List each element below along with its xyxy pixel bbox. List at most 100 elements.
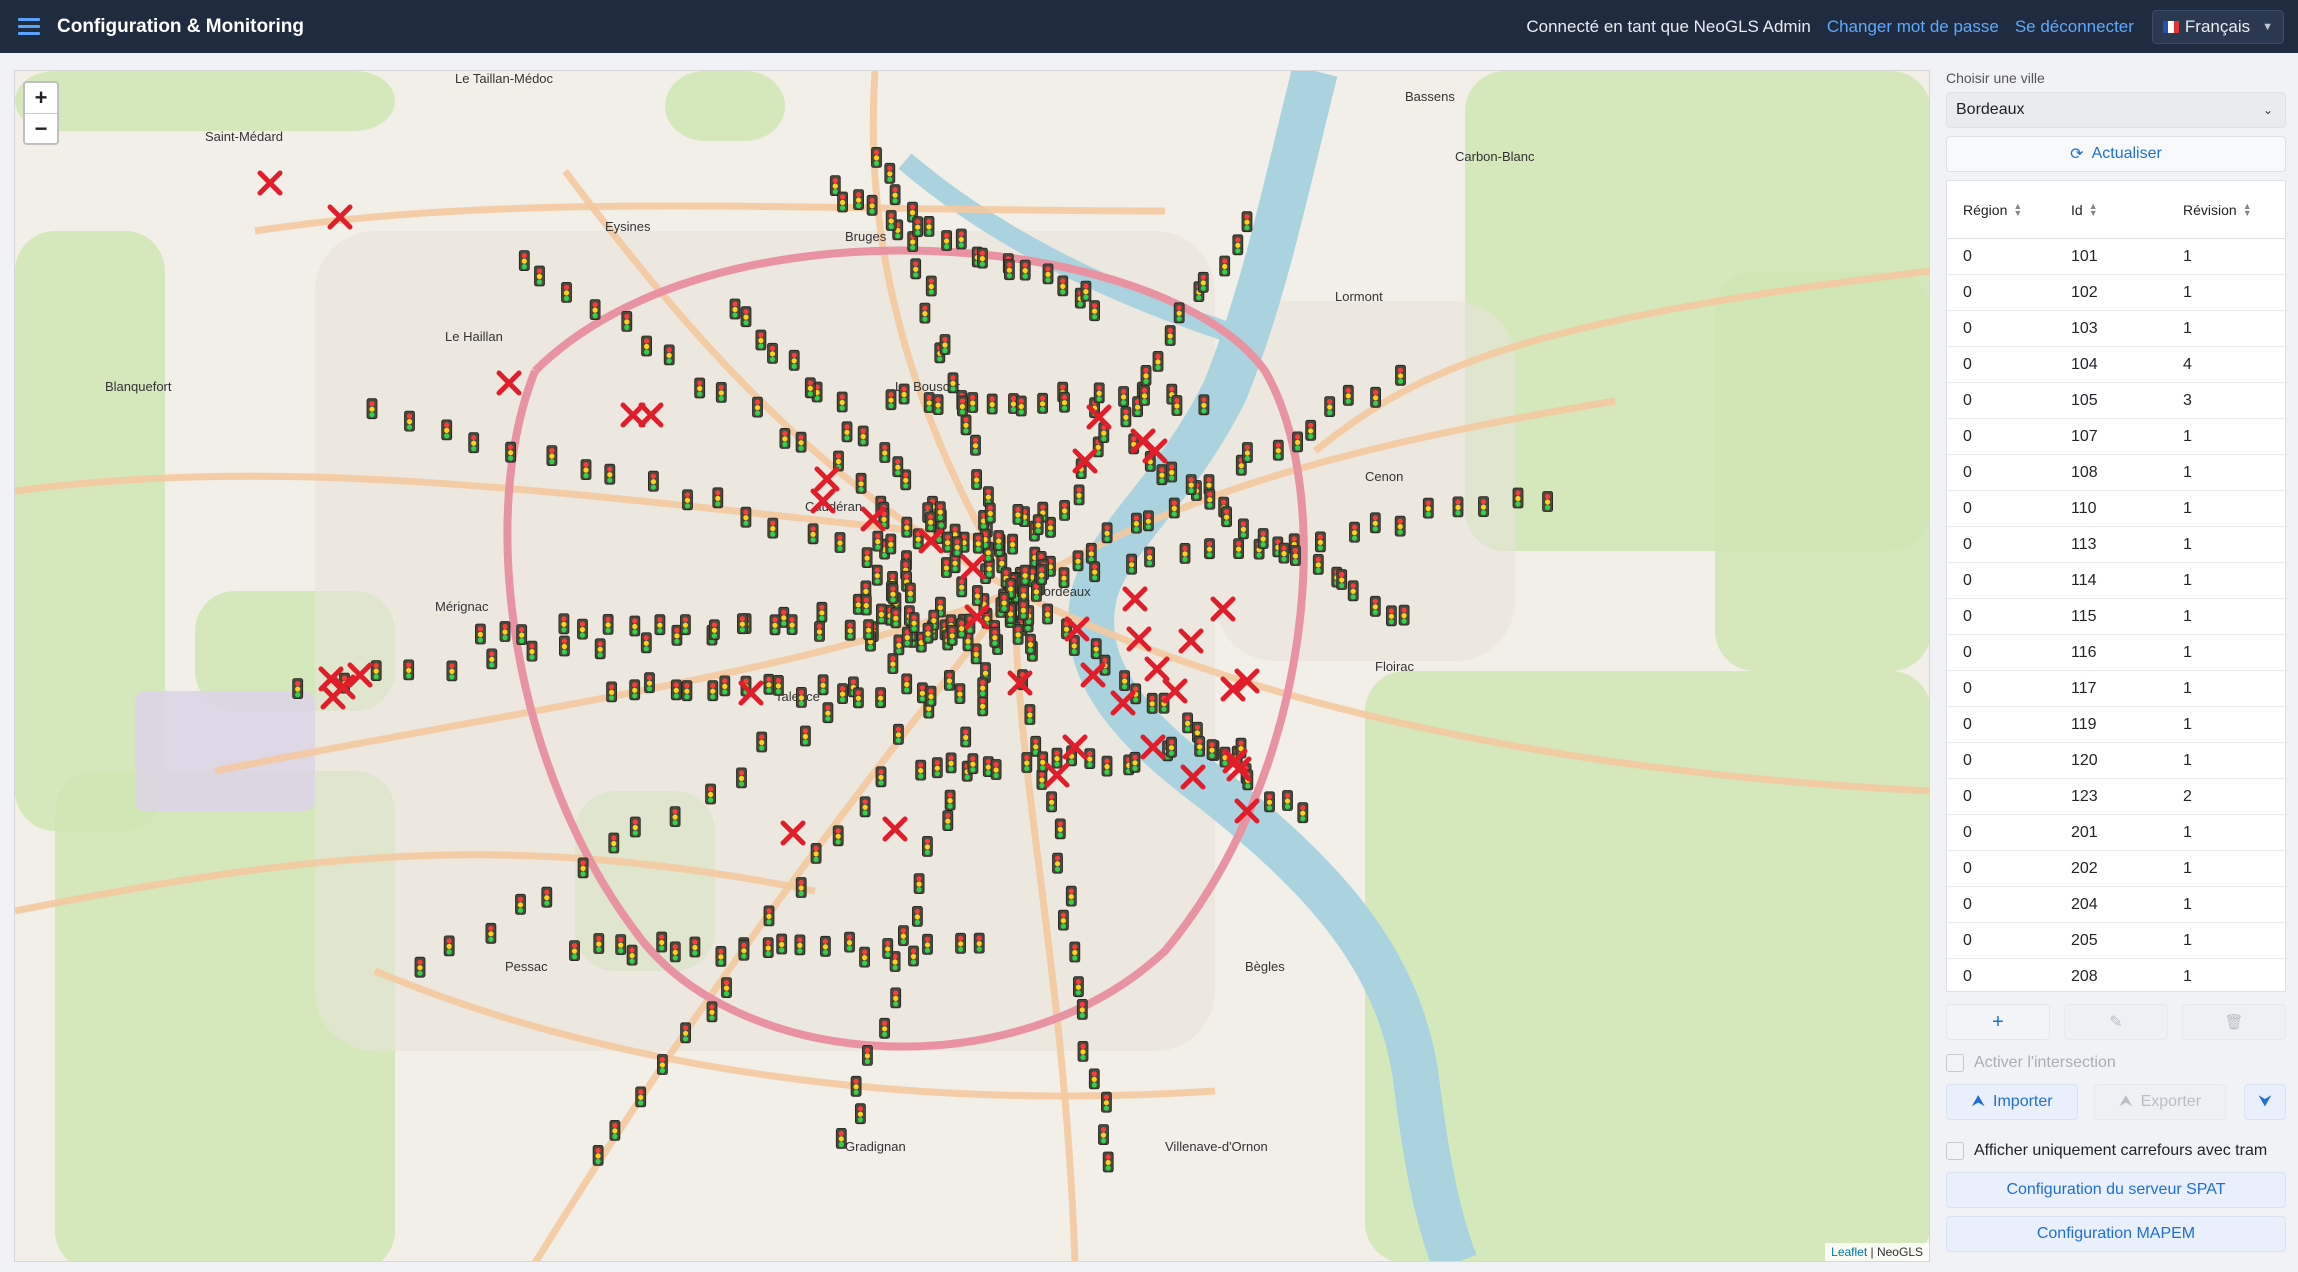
table-row[interactable]: 0 102 1	[1947, 275, 2285, 311]
menu-icon[interactable]	[18, 18, 40, 35]
column-id[interactable]: Id ▲ ▼	[2059, 201, 2171, 218]
zoom-in-button[interactable]: +	[25, 83, 57, 113]
traffic-light-icon	[1017, 599, 1029, 621]
traffic-light-icon	[1037, 392, 1049, 414]
download-button[interactable]: ⮟	[2244, 1084, 2286, 1120]
column-revision[interactable]: Révision ▲ ▼	[2171, 201, 2285, 218]
cell-region: 0	[1963, 535, 1972, 553]
import-button[interactable]: ⮝ Importer	[1946, 1084, 2078, 1120]
traffic-light-icon	[1085, 542, 1097, 564]
traffic-light-icon	[1395, 364, 1406, 386]
traffic-light-icon	[1046, 791, 1058, 813]
map-place-label: Carbon-Blanc	[1455, 149, 1535, 164]
map-place-label: Mérignac	[435, 599, 489, 614]
table-row[interactable]: 0 103 1	[1947, 311, 2285, 347]
traffic-light-icon	[816, 601, 828, 623]
traffic-light-icon	[1052, 852, 1063, 874]
cell-revision: 1	[2183, 283, 2192, 301]
table-row[interactable]: 0 201 1	[1947, 815, 2285, 851]
table-row[interactable]: 0 123 2	[1947, 779, 2285, 815]
change-password-link[interactable]: Changer mot de passe	[1827, 17, 1999, 37]
spat-config-button[interactable]: Configuration du serveur SPAT	[1946, 1172, 2286, 1208]
traffic-light-icon	[866, 194, 878, 216]
zoom-out-button[interactable]: −	[25, 113, 57, 143]
traffic-light-icon	[615, 934, 627, 956]
table-row[interactable]: 0 116 1	[1947, 635, 2285, 671]
activate-intersection-checkbox[interactable]	[1946, 1054, 1964, 1072]
add-button[interactable]: +	[1946, 1004, 2050, 1040]
mapem-config-button[interactable]: Configuration MAPEM	[1946, 1216, 2286, 1252]
leaflet-link[interactable]: Leaflet	[1831, 1245, 1867, 1259]
table-row[interactable]: 0 104 4	[1947, 347, 2285, 383]
traffic-light-icon	[1166, 736, 1177, 758]
traffic-light-icon	[1297, 802, 1309, 824]
map-canvas[interactable]: Le Taillan-Médoc Saint-Médard Le Haillan Ey…	[15, 71, 1930, 1262]
traffic-light-icon	[580, 459, 592, 481]
delete-button[interactable]: 🗑	[2182, 1004, 2286, 1040]
edit-button[interactable]: ✎	[2064, 1004, 2168, 1040]
intersection-map[interactable]: Le Taillan-Médoc Saint-Médard Le Haillan Ey…	[14, 70, 1930, 1262]
traffic-light-icon	[682, 489, 693, 511]
column-region[interactable]: Région ▲ ▼	[1947, 201, 2059, 218]
map-place-label: Bassens	[1405, 89, 1455, 104]
plus-icon: +	[1992, 1010, 2004, 1033]
table-row[interactable]: 0 120 1	[1947, 743, 2285, 779]
traffic-light-icon	[1054, 818, 1066, 840]
table-row[interactable]: 0 108 1	[1947, 455, 2285, 491]
map-place-label: Le Haillan	[445, 329, 503, 344]
map-place-label: Pessac	[505, 959, 548, 974]
table-row[interactable]: 0 105 3	[1947, 383, 2285, 419]
table-row[interactable]: 0 204 1	[1947, 887, 2285, 923]
table-row[interactable]: 0 119 1	[1947, 707, 2285, 743]
table-row[interactable]: 0 101 1	[1947, 239, 2285, 275]
cell-revision: 1	[2183, 967, 2192, 985]
traffic-light-icon	[967, 753, 979, 775]
traffic-light-icon	[1073, 484, 1085, 506]
language-dropdown[interactable]: Français ▼	[2151, 9, 2284, 44]
cell-revision: 1	[2183, 715, 2192, 733]
table-row[interactable]: 0 110 1	[1947, 491, 2285, 527]
traffic-light-icon	[1342, 384, 1354, 406]
traffic-light-icon	[807, 523, 819, 545]
cell-id: 119	[2071, 715, 2097, 733]
traffic-light-icon	[1012, 503, 1024, 525]
traffic-light-icon	[841, 421, 853, 443]
table-row[interactable]: 0 205 1	[1947, 923, 2285, 959]
cell-revision: 1	[2183, 535, 2192, 553]
cell-revision: 1	[2183, 643, 2192, 661]
traffic-light-icon	[1077, 1040, 1089, 1062]
table-row[interactable]: 0 115 1	[1947, 599, 2285, 635]
cell-region: 0	[1963, 823, 1972, 841]
traffic-light-icon	[925, 275, 937, 297]
traffic-light-icon	[885, 210, 897, 231]
traffic-light-icon	[956, 395, 968, 417]
traffic-light-icon	[814, 620, 825, 642]
table-row[interactable]: 0 113 1	[1947, 527, 2285, 563]
map-place-label: Lormont	[1335, 289, 1383, 304]
traffic-light-icon	[1182, 712, 1194, 734]
export-button[interactable]: ⮝ Exporter	[2094, 1084, 2226, 1120]
traffic-light-icon	[822, 702, 834, 724]
cell-id: 204	[2071, 895, 2098, 913]
table-row[interactable]: 0 114 1	[1947, 563, 2285, 599]
green-area	[1715, 271, 1929, 671]
traffic-light-icon	[474, 623, 486, 645]
city-select[interactable]: Bordeaux ⌄	[1946, 92, 2286, 128]
refresh-button[interactable]: ⟳ Actualiser	[1946, 136, 2286, 172]
table-row[interactable]: 0 208 1	[1947, 959, 2285, 991]
cell-id: 115	[2071, 607, 2097, 625]
tram-filter-checkbox[interactable]	[1946, 1142, 1964, 1160]
logout-link[interactable]: Se déconnecter	[2015, 17, 2134, 37]
table-row[interactable]: 0 107 1	[1947, 419, 2285, 455]
cell-revision: 1	[2183, 499, 2192, 517]
error-cross-icon	[260, 173, 280, 193]
table-row[interactable]: 0 202 1	[1947, 851, 2285, 887]
traffic-light-icon	[1019, 259, 1031, 281]
table-row[interactable]: 0 117 1	[1947, 671, 2285, 707]
traffic-light-icon	[1146, 692, 1158, 714]
traffic-light-icon	[1264, 791, 1275, 813]
traffic-light-icon	[715, 381, 727, 403]
traffic-light-icon	[629, 816, 641, 838]
traffic-light-icon	[629, 679, 641, 701]
green-area	[15, 71, 395, 131]
